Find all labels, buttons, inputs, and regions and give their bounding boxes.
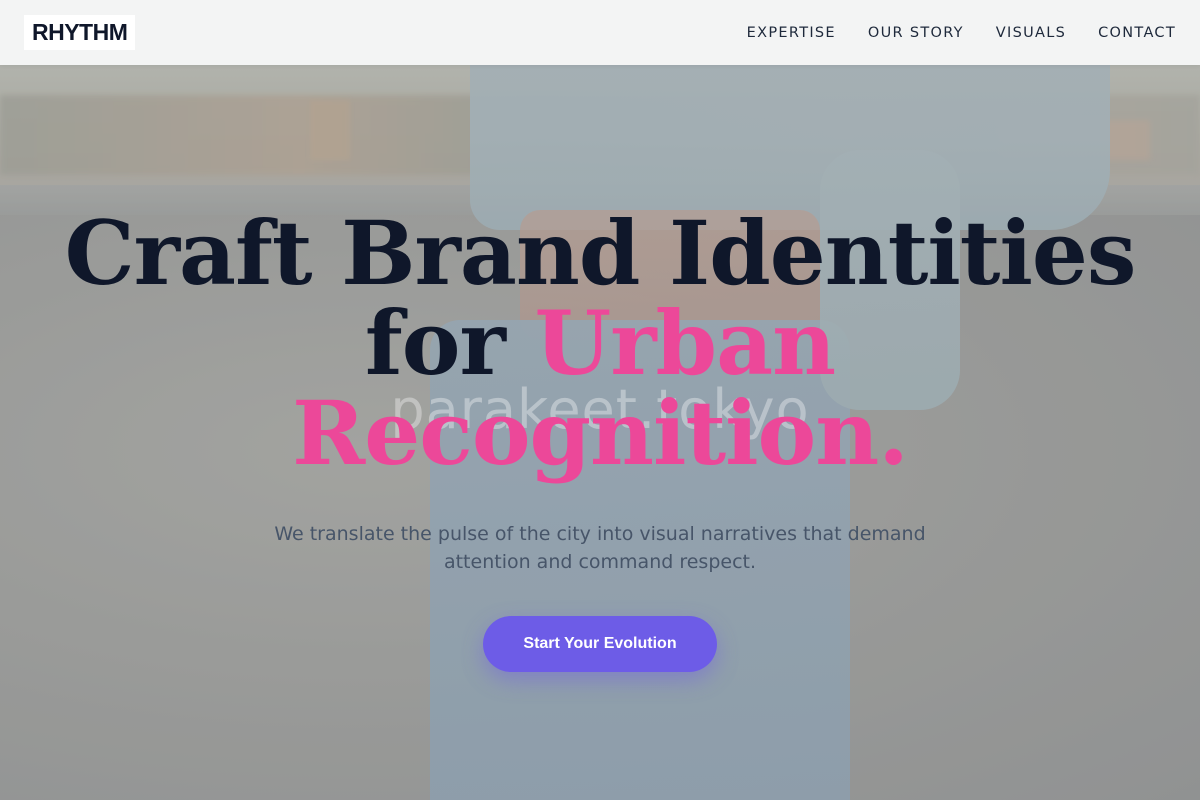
site-header: RHYTHM EXPERTISE OUR STORY VISUALS CONTA… bbox=[0, 0, 1200, 65]
nav-link-our-story[interactable]: OUR STORY bbox=[868, 25, 964, 41]
hero-subtitle: We translate the pulse of the city into … bbox=[274, 523, 926, 573]
hero-title: Craft Brand Identities for Urban Recogni… bbox=[0, 208, 1200, 478]
nav-link-expertise[interactable]: EXPERTISE bbox=[747, 25, 836, 41]
start-your-evolution-button[interactable]: Start Your Evolution bbox=[483, 616, 717, 672]
hero-title-line1: Craft Brand Identities bbox=[64, 201, 1137, 305]
landing-page: parakeet.tokyo RHYTHM EXPERTISE OUR STOR… bbox=[0, 0, 1200, 800]
hero-title-for: for bbox=[364, 291, 506, 395]
site-logo[interactable]: RHYTHM bbox=[24, 15, 136, 50]
main-nav: EXPERTISE OUR STORY VISUALS CONTACT bbox=[715, 25, 1176, 41]
hero-title-accent-recognition: Recognition. bbox=[292, 381, 909, 485]
nav-link-contact[interactable]: CONTACT bbox=[1098, 25, 1176, 41]
nav-link-visuals[interactable]: VISUALS bbox=[996, 25, 1066, 41]
hero-title-accent-urban: Urban bbox=[534, 291, 836, 395]
